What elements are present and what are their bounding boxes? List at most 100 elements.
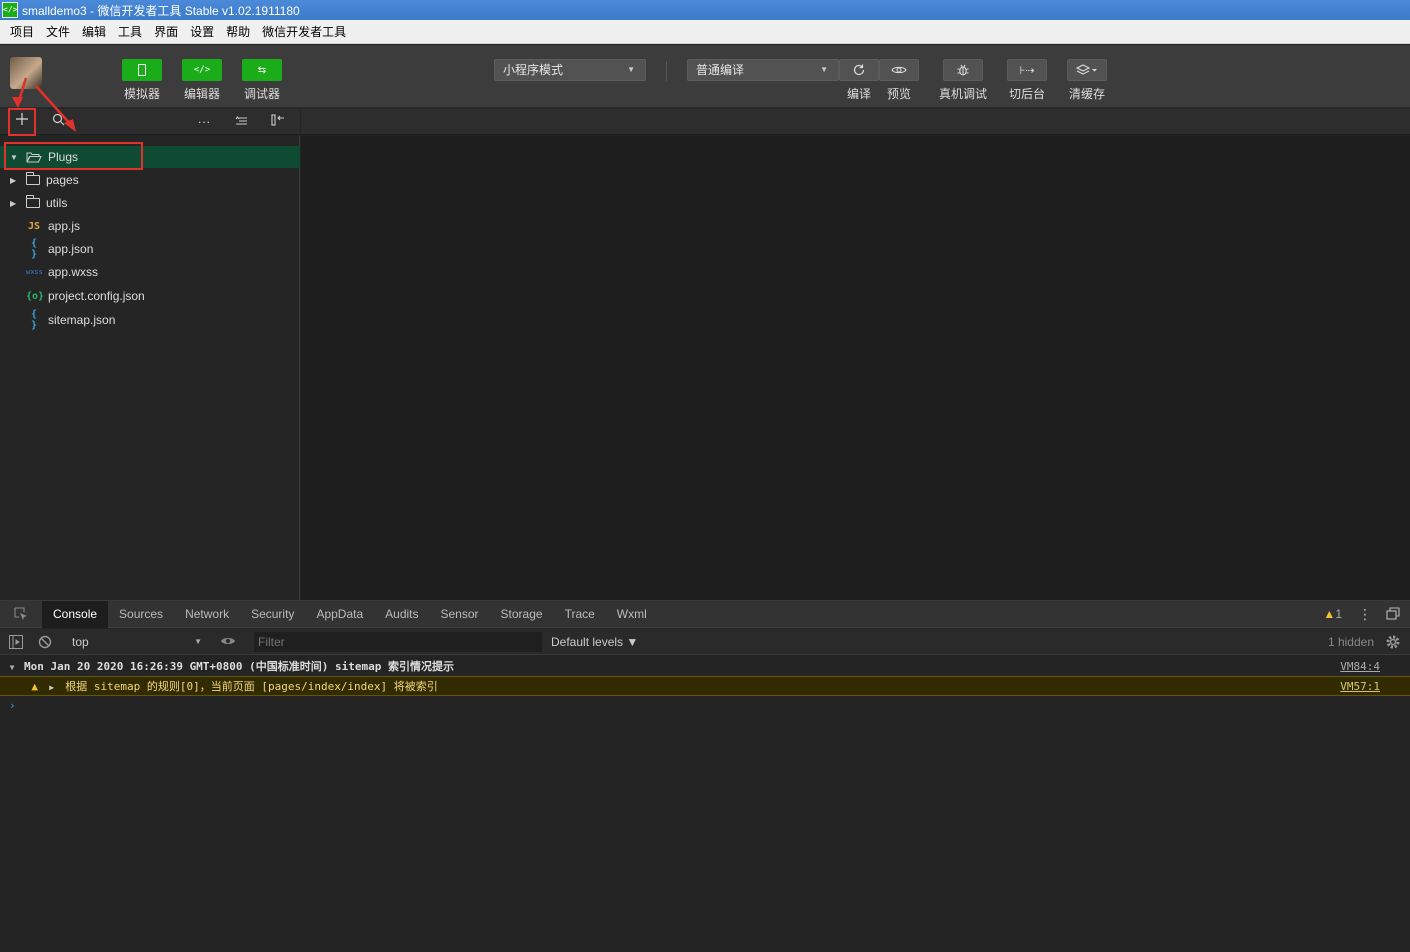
collapse-panel-icon[interactable] bbox=[268, 112, 288, 132]
js-file-icon: JS bbox=[27, 220, 41, 232]
source-link[interactable]: VM57:1 bbox=[1340, 677, 1380, 697]
config-file-icon: {o} bbox=[26, 290, 45, 302]
tree-item-app-wxss[interactable]: wxss app.wxss bbox=[0, 261, 300, 283]
background-button[interactable]: ⊦⇢ bbox=[1007, 59, 1047, 81]
tree-item-utils-folder[interactable]: ▶ utils bbox=[0, 192, 300, 214]
exit-arrow-icon: ⊦⇢ bbox=[1019, 64, 1035, 77]
tree-item-label: app.js bbox=[48, 219, 81, 233]
console-filter-input[interactable] bbox=[254, 632, 542, 652]
json-file-icon: { } bbox=[30, 238, 38, 260]
menu-view[interactable]: 界面 bbox=[148, 20, 184, 44]
code-icon: </> bbox=[193, 65, 211, 75]
console-group-header[interactable]: ▼ Mon Jan 20 2020 16:26:39 GMT+0800 (中国标准… bbox=[0, 657, 1410, 677]
clear-cache-label: 清缓存 bbox=[1068, 87, 1105, 101]
more-icon[interactable]: ··· bbox=[194, 112, 214, 132]
menu-wechat-devtools[interactable]: 微信开发者工具 bbox=[256, 20, 352, 44]
log-levels-select[interactable]: Default levels ▼ bbox=[551, 629, 638, 655]
tree-item-app-json[interactable]: { } app.json bbox=[0, 238, 300, 260]
sort-icon[interactable] bbox=[231, 112, 251, 132]
tree-item-label: app.json bbox=[48, 242, 94, 256]
preview-button[interactable] bbox=[879, 59, 919, 81]
remote-debug-button[interactable] bbox=[943, 59, 983, 81]
tab-appdata[interactable]: AppData bbox=[305, 601, 374, 628]
title-bar: </> smalldemo3 - 微信开发者工具 Stable v1.02.19… bbox=[0, 0, 1410, 20]
clear-cache-button[interactable] bbox=[1067, 59, 1107, 81]
more-vertical-icon[interactable]: ⋮ bbox=[1358, 601, 1372, 628]
gear-icon[interactable] bbox=[1385, 634, 1401, 653]
clear-console-icon[interactable] bbox=[38, 635, 52, 652]
console-prompt[interactable]: › bbox=[0, 696, 1410, 716]
tree-item-pages-folder[interactable]: ▶ pages bbox=[0, 169, 300, 191]
chevron-right-icon: ▶ bbox=[10, 198, 17, 208]
eye-icon bbox=[891, 66, 907, 74]
layers-icon bbox=[1076, 64, 1097, 75]
tree-item-project-config-json[interactable]: {o} project.config.json bbox=[0, 285, 300, 307]
menu-edit[interactable]: 编辑 bbox=[76, 20, 112, 44]
toolbar-divider bbox=[666, 61, 667, 81]
tab-trace[interactable]: Trace bbox=[554, 601, 606, 628]
warning-icon: ▲ bbox=[1323, 607, 1336, 621]
refresh-icon bbox=[853, 64, 865, 76]
compile-mode-select[interactable]: 普通编译 ▼ bbox=[687, 59, 839, 81]
console-group-text: Mon Jan 20 2020 16:26:39 GMT+0800 (中国标准时… bbox=[24, 660, 455, 673]
preview-label: 预览 bbox=[886, 87, 911, 101]
prompt-chevron-icon: › bbox=[9, 699, 16, 712]
tab-storage[interactable]: Storage bbox=[490, 601, 554, 628]
compile-button[interactable] bbox=[839, 59, 879, 81]
debugger-label: 调试器 bbox=[243, 87, 280, 101]
warning-counter[interactable]: ▲1 bbox=[1323, 601, 1342, 628]
debugger-button[interactable]: ⇆ bbox=[242, 59, 282, 81]
chevron-right-icon: ▶ bbox=[10, 175, 17, 185]
chevron-down-icon: ▼ bbox=[820, 65, 828, 74]
phone-icon bbox=[138, 64, 146, 76]
undock-icon[interactable] bbox=[1386, 607, 1400, 624]
bug-icon bbox=[957, 64, 969, 76]
chevron-right-icon[interactable]: ▶ bbox=[45, 678, 59, 698]
mode-select[interactable]: 小程序模式 ▼ bbox=[494, 59, 646, 81]
avatar[interactable] bbox=[10, 57, 42, 89]
json-file-icon: { } bbox=[30, 309, 38, 331]
menu-tools[interactable]: 工具 bbox=[112, 20, 148, 44]
chevron-down-icon: ▼ bbox=[627, 65, 635, 74]
editor-tab-bar bbox=[301, 109, 1410, 135]
devtools-panel: Console Sources Network Security AppData… bbox=[0, 600, 1410, 952]
wechat-devtools-icon: </> bbox=[2, 2, 18, 18]
tree-item-label: utils bbox=[46, 196, 68, 210]
main-toolbar: 模拟器 </> 编辑器 ⇆ 调试器 小程序模式 ▼ 普通编译 ▼ 编译 预览 真… bbox=[0, 45, 1410, 108]
search-icon[interactable] bbox=[48, 112, 68, 132]
menu-file[interactable]: 文件 bbox=[40, 20, 76, 44]
context-select[interactable]: top ▼ bbox=[64, 632, 210, 652]
simulator-button[interactable] bbox=[122, 59, 162, 81]
annotation-box-plugs-folder bbox=[4, 142, 143, 170]
tree-item-sitemap-json[interactable]: { } sitemap.json bbox=[0, 309, 300, 331]
swap-arrows-icon: ⇆ bbox=[257, 64, 267, 76]
editor-label: 编辑器 bbox=[183, 87, 220, 101]
tree-item-label: pages bbox=[46, 173, 79, 187]
inspect-element-icon[interactable] bbox=[0, 607, 42, 621]
background-label: 切后台 bbox=[1008, 87, 1045, 101]
simulator-label: 模拟器 bbox=[123, 87, 160, 101]
tab-security[interactable]: Security bbox=[240, 601, 305, 628]
eye-icon[interactable] bbox=[220, 634, 236, 651]
tab-audits[interactable]: Audits bbox=[374, 601, 429, 628]
menu-project[interactable]: 项目 bbox=[4, 20, 40, 44]
file-tree: ▼ Plugs ▶ pages ▶ utils JS app.js { } ap… bbox=[0, 136, 300, 600]
remote-debug-label: 真机调试 bbox=[938, 87, 987, 101]
tab-console[interactable]: Console bbox=[42, 600, 109, 628]
tab-network[interactable]: Network bbox=[174, 601, 240, 628]
show-sidebar-icon[interactable] bbox=[9, 635, 23, 652]
wxss-file-icon: wxss bbox=[26, 268, 43, 276]
editor-button[interactable]: </> bbox=[182, 59, 222, 81]
console-warning-row[interactable]: ▲ ▶ 根据 sitemap 的规则[0]，当前页面 [pages/index/… bbox=[0, 676, 1410, 696]
console-warning-text: 根据 sitemap 的规则[0]，当前页面 [pages/index/inde… bbox=[65, 680, 438, 693]
editor-area[interactable] bbox=[301, 136, 1410, 600]
mode-select-value: 小程序模式 bbox=[503, 63, 564, 77]
source-link[interactable]: VM84:4 bbox=[1340, 657, 1380, 677]
compile-mode-value: 普通编译 bbox=[696, 63, 745, 77]
menu-help[interactable]: 帮助 bbox=[220, 20, 256, 44]
menu-settings[interactable]: 设置 bbox=[184, 20, 220, 44]
tab-wxml[interactable]: Wxml bbox=[606, 601, 658, 628]
tab-sources[interactable]: Sources bbox=[108, 601, 174, 628]
tab-sensor[interactable]: Sensor bbox=[430, 601, 490, 628]
tree-item-app-js[interactable]: JS app.js bbox=[0, 215, 300, 237]
